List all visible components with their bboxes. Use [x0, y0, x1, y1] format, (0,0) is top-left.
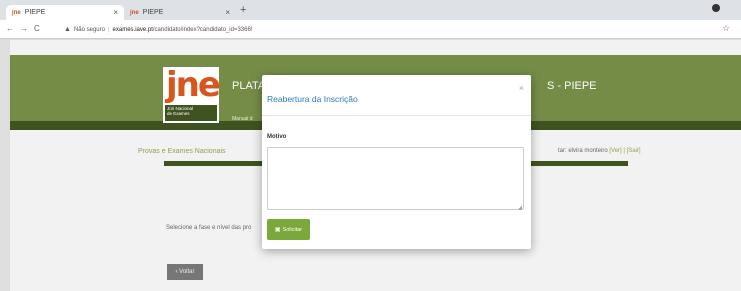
solicitar-label: Solicitar	[282, 226, 303, 233]
save-icon: ▣	[274, 227, 281, 233]
url-field[interactable]: ▲ Não seguro | exames.iave.pt /candidato…	[64, 23, 704, 36]
breadcrumb-provas[interactable]: Provas e Exames Nacionais	[138, 148, 226, 155]
motivo-textarea[interactable]	[267, 147, 524, 210]
platform-title-right: S - PIEPE	[547, 80, 597, 92]
logo-letters: jne	[166, 65, 221, 105]
platform-title-left: PLATA	[232, 80, 266, 92]
jne-logo[interactable]: jne Júri Nacional de Exames	[163, 65, 221, 123]
browser-tab-2[interactable]: jne PIEPE ×	[124, 5, 236, 20]
new-tab-button[interactable]: +	[240, 4, 246, 16]
reopen-registration-modal: Reabertura da Inscrição × Motivo ◢ ▣ Sol…	[262, 75, 531, 249]
logo-subtitle: Júri Nacional de Exames	[165, 105, 217, 121]
user-info: tar: elvira monteiro [Ver] | [Sair]	[558, 148, 641, 154]
manual-link[interactable]: Manual d	[232, 116, 253, 122]
close-tab-icon[interactable]: ×	[113, 8, 118, 17]
tab-title: PIEPE	[142, 9, 164, 16]
modal-divider	[262, 115, 531, 116]
browser-tab-bar: jne PIEPE × jne PIEPE × +	[0, 0, 741, 20]
resize-handle-icon[interactable]: ◢	[518, 205, 522, 211]
motivo-label: Motivo	[267, 134, 287, 140]
address-bar: ← → C ▲ Não seguro | exames.iave.pt /can…	[0, 20, 741, 39]
chevron-left-icon: ‹	[175, 269, 178, 275]
forward-arrow-icon[interactable]: →	[20, 24, 28, 33]
security-status: Não seguro	[73, 26, 105, 33]
close-icon[interactable]: ×	[519, 83, 524, 93]
profile-icon[interactable]	[712, 4, 720, 12]
tab-title: PIEPE	[24, 9, 46, 16]
back-button[interactable]: ‹ Voltar	[167, 264, 203, 280]
reload-icon[interactable]: C	[34, 24, 40, 33]
back-arrow-icon[interactable]: ←	[6, 24, 14, 33]
warning-icon: ▲	[64, 26, 71, 33]
modal-title: Reabertura da Inscrição	[267, 94, 358, 104]
user-links[interactable]: [Ver] | [Sair]	[609, 148, 640, 154]
browser-tab-1[interactable]: jne PIEPE ×	[6, 5, 124, 20]
bookmark-star-icon[interactable]: ☆	[722, 23, 730, 34]
solicitar-button[interactable]: ▣ Solicitar	[267, 219, 310, 240]
url-separator: |	[107, 26, 110, 33]
jne-favicon-icon: jne	[130, 9, 139, 16]
select-instructions: Selecione a fase e nível das pro	[166, 225, 252, 231]
url-host: exames.iave.pt	[112, 26, 153, 33]
close-tab-icon[interactable]: ×	[225, 8, 230, 17]
url-path: /candidato/index?candidato_id=3366!	[152, 26, 253, 33]
jne-favicon-icon: jne	[12, 9, 21, 16]
